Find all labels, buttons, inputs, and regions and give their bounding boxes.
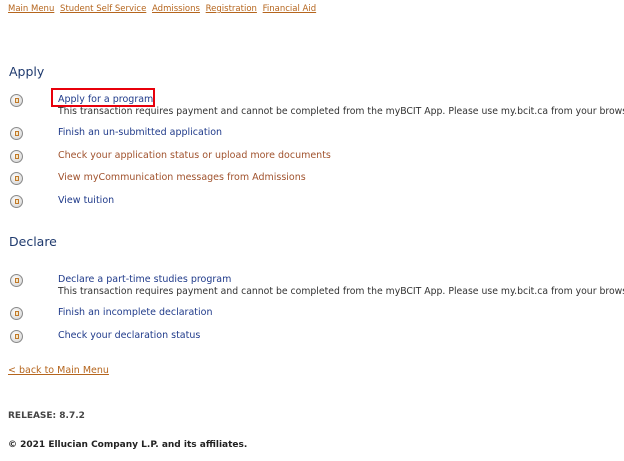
document-bullet-icon [10, 127, 23, 140]
payment-note: This transaction requires payment and ca… [58, 286, 624, 297]
back-to-main-menu-link[interactable]: < back to Main Menu [8, 365, 109, 376]
finish-application-link[interactable]: Finish an un-submitted application [58, 127, 222, 138]
document-bullet-icon [10, 307, 23, 320]
section-title-declare: Declare [9, 234, 57, 249]
release-version: RELEASE: 8.7.2 [8, 411, 85, 421]
section-title-apply: Apply [9, 64, 45, 79]
check-declaration-status-link[interactable]: Check your declaration status [58, 330, 200, 341]
declare-item-part-time: Declare a part-time studies program This… [10, 274, 624, 297]
declare-item-check-declaration: Check your declaration status [10, 330, 622, 346]
declare-item-finish-declaration: Finish an incomplete declaration [10, 307, 622, 323]
document-bullet-icon [10, 195, 23, 208]
copyright-notice: © 2021 Ellucian Company L.P. and its aff… [8, 440, 248, 450]
nav-registration[interactable]: Registration [206, 4, 257, 14]
nav-student-self-service[interactable]: Student Self Service [60, 4, 146, 14]
document-bullet-icon [10, 274, 23, 287]
top-navigation: Main Menu Student Self Service Admission… [8, 4, 319, 14]
nav-financial-aid[interactable]: Financial Aid [263, 4, 317, 14]
finish-declaration-link[interactable]: Finish an incomplete declaration [58, 307, 212, 318]
apply-item-check-status: Check your application status or upload … [10, 150, 622, 166]
view-mycommunication-link[interactable]: View myCommunication messages from Admis… [58, 172, 306, 183]
nav-admissions[interactable]: Admissions [152, 4, 200, 14]
highlight-box [51, 88, 155, 107]
apply-item-view-tuition: View tuition [10, 195, 622, 211]
check-application-status-link[interactable]: Check your application status or upload … [58, 150, 331, 161]
document-bullet-icon [10, 330, 23, 343]
document-bullet-icon [10, 172, 23, 185]
document-bullet-icon [10, 150, 23, 163]
document-bullet-icon [10, 94, 23, 107]
apply-item-finish-application: Finish an un-submitted application [10, 127, 622, 143]
nav-main-menu[interactable]: Main Menu [8, 4, 54, 14]
payment-note: This transaction requires payment and ca… [58, 106, 624, 117]
declare-part-time-link[interactable]: Declare a part-time studies program [58, 274, 231, 285]
view-tuition-link[interactable]: View tuition [58, 195, 114, 206]
apply-item-view-messages: View myCommunication messages from Admis… [10, 172, 622, 188]
